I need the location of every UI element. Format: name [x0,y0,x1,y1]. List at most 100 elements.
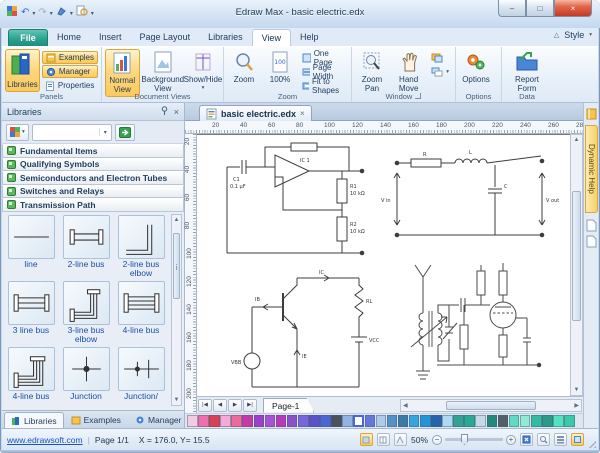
symbol-junction[interactable]: Junction [59,347,113,402]
zoom-thumb[interactable] [461,434,468,445]
window-dialog-launcher-icon[interactable] [415,93,421,99]
zoom-out-icon[interactable]: − [432,435,442,445]
report-form-button[interactable]: Report Form [505,49,549,95]
tab-page-layout[interactable]: Page Layout [131,29,200,46]
color-swatch[interactable] [398,415,409,427]
library-section-fundamental-items[interactable]: Fundamental Items [2,144,184,158]
color-swatch[interactable] [209,415,220,427]
next-page-button[interactable]: ▶ [228,399,242,412]
color-swatch[interactable] [542,415,553,427]
edrawsoft-link[interactable]: www.edrawsoft.com [7,435,83,445]
vscroll-thumb[interactable] [572,191,581,321]
color-swatch[interactable] [553,415,564,427]
color-swatch[interactable] [453,415,464,427]
canvas-vscrollbar[interactable]: ▲ ▼ [570,134,583,396]
fit-page-button[interactable] [520,433,533,446]
options-button[interactable]: Options [459,49,493,86]
first-page-button[interactable]: |◀ [198,399,212,412]
color-swatch[interactable] [442,415,453,427]
color-swatch[interactable] [331,415,342,427]
page-break-view-toggle[interactable] [377,433,390,446]
examples-button[interactable]: Examples [42,51,98,64]
hscroll-right-icon[interactable]: ▶ [574,402,579,409]
symbol-bus3[interactable]: 3 line bus [4,281,58,345]
canvas-hscrollbar[interactable]: ◀ ▶ [400,399,582,412]
scroll-down-icon[interactable]: ▼ [172,397,181,403]
color-swatch[interactable] [564,415,575,427]
symbol-bus4elbow[interactable]: 4-line bus [4,347,58,402]
color-swatch[interactable] [220,415,231,427]
new-window-button[interactable] [428,51,452,64]
page-tab[interactable]: Page-1 [263,398,314,413]
normal-view-toggle[interactable] [360,433,373,446]
color-swatch[interactable] [475,415,486,427]
color-swatch[interactable] [464,415,475,427]
color-swatch[interactable] [365,415,376,427]
show-hide-button[interactable]: Show/Hide ▾ [186,49,220,95]
zoom-pan-button[interactable]: Zoom Pan [355,49,389,95]
fullscreen-view-toggle[interactable] [394,433,407,446]
symbol-line[interactable]: line [4,215,58,279]
properties-button[interactable]: Properties [42,79,98,92]
close-button[interactable]: × [554,0,592,17]
tab-home[interactable]: Home [48,29,90,46]
library-section-semiconductors-and-electron-tubes[interactable]: Semiconductors and Electron Tubes [2,171,184,185]
dynamic-help-tab[interactable]: Dynamic Help [585,125,598,213]
maximize-button[interactable]: □ [526,0,554,17]
tab-help[interactable]: Help [291,29,328,46]
symbol-bus4[interactable]: 4-line bus [114,281,168,345]
style-button[interactable]: Style [564,30,584,40]
color-swatch[interactable] [353,415,364,427]
library-menu-button[interactable]: ▾ [6,124,29,141]
color-swatch[interactable] [509,415,520,427]
color-swatch[interactable] [309,415,320,427]
color-swatch[interactable] [298,415,309,427]
color-swatch[interactable] [254,415,265,427]
zoom-100-button[interactable]: 100 100% [263,49,297,86]
style-dropdown-icon[interactable]: ▾ [589,32,592,38]
search-go-button[interactable] [115,124,135,141]
scroll-up-icon[interactable]: ▲ [172,215,181,223]
color-swatch[interactable] [420,415,431,427]
arrange-windows-button[interactable]: ▾ [428,65,452,78]
symbol-bus2elbow[interactable]: 2-line bus elbow [114,215,168,279]
vscroll-down-icon[interactable]: ▼ [571,387,582,393]
color-swatch[interactable] [498,415,509,427]
color-swatch[interactable] [231,415,242,427]
panel-tab-libraries[interactable]: Libraries [4,412,64,428]
notebook-icon[interactable] [586,107,597,125]
color-swatch[interactable] [376,415,387,427]
document-tab[interactable]: basic electric.edx × [199,105,312,121]
minimize-button[interactable]: – [498,0,526,17]
color-swatch[interactable] [409,415,420,427]
manager-button[interactable]: Manager [42,65,98,78]
panel-tab-examples[interactable]: Examples [64,412,128,428]
panel-tab-manager[interactable]: Manager [128,412,189,428]
vscroll-up-icon[interactable]: ▲ [571,135,582,143]
background-view-button[interactable]: Background View [142,49,184,95]
hscroll-left-icon[interactable]: ◀ [403,402,408,409]
tab-libraries[interactable]: Libraries [199,29,252,46]
color-swatch[interactable] [265,415,276,427]
drawing-canvas[interactable]: C1 0.1 µF IC 1 R1 10 kΩ R2 10 kΩ [197,134,570,396]
document-tab-close-icon[interactable]: × [300,109,305,118]
color-swatch[interactable] [520,415,531,427]
color-swatch[interactable] [242,415,253,427]
doc-panel-icon-2[interactable] [586,235,597,253]
symbol-bus3elbow[interactable]: 3-line bus elbow [59,281,113,345]
last-page-button[interactable]: ▶| [243,399,257,412]
zoom-tool-button[interactable] [537,433,550,446]
pages-list-button[interactable] [554,433,567,446]
prev-page-button[interactable]: ◀ [213,399,227,412]
library-section-transmission-path[interactable]: Transmission Path [2,198,184,212]
scroll-thumb[interactable] [173,233,180,299]
color-swatch[interactable] [276,415,287,427]
normal-view-button[interactable]: Normal View [105,49,140,97]
tab-file[interactable]: File [8,29,48,46]
color-swatch[interactable] [531,415,542,427]
color-swatch[interactable] [320,415,331,427]
search-combobox[interactable]: ▾ [32,124,112,141]
arrange-dropdown-icon[interactable]: ▾ [446,69,449,75]
zoom-in-icon[interactable]: + [506,435,516,445]
zoom-slider[interactable]: − + [432,435,516,445]
